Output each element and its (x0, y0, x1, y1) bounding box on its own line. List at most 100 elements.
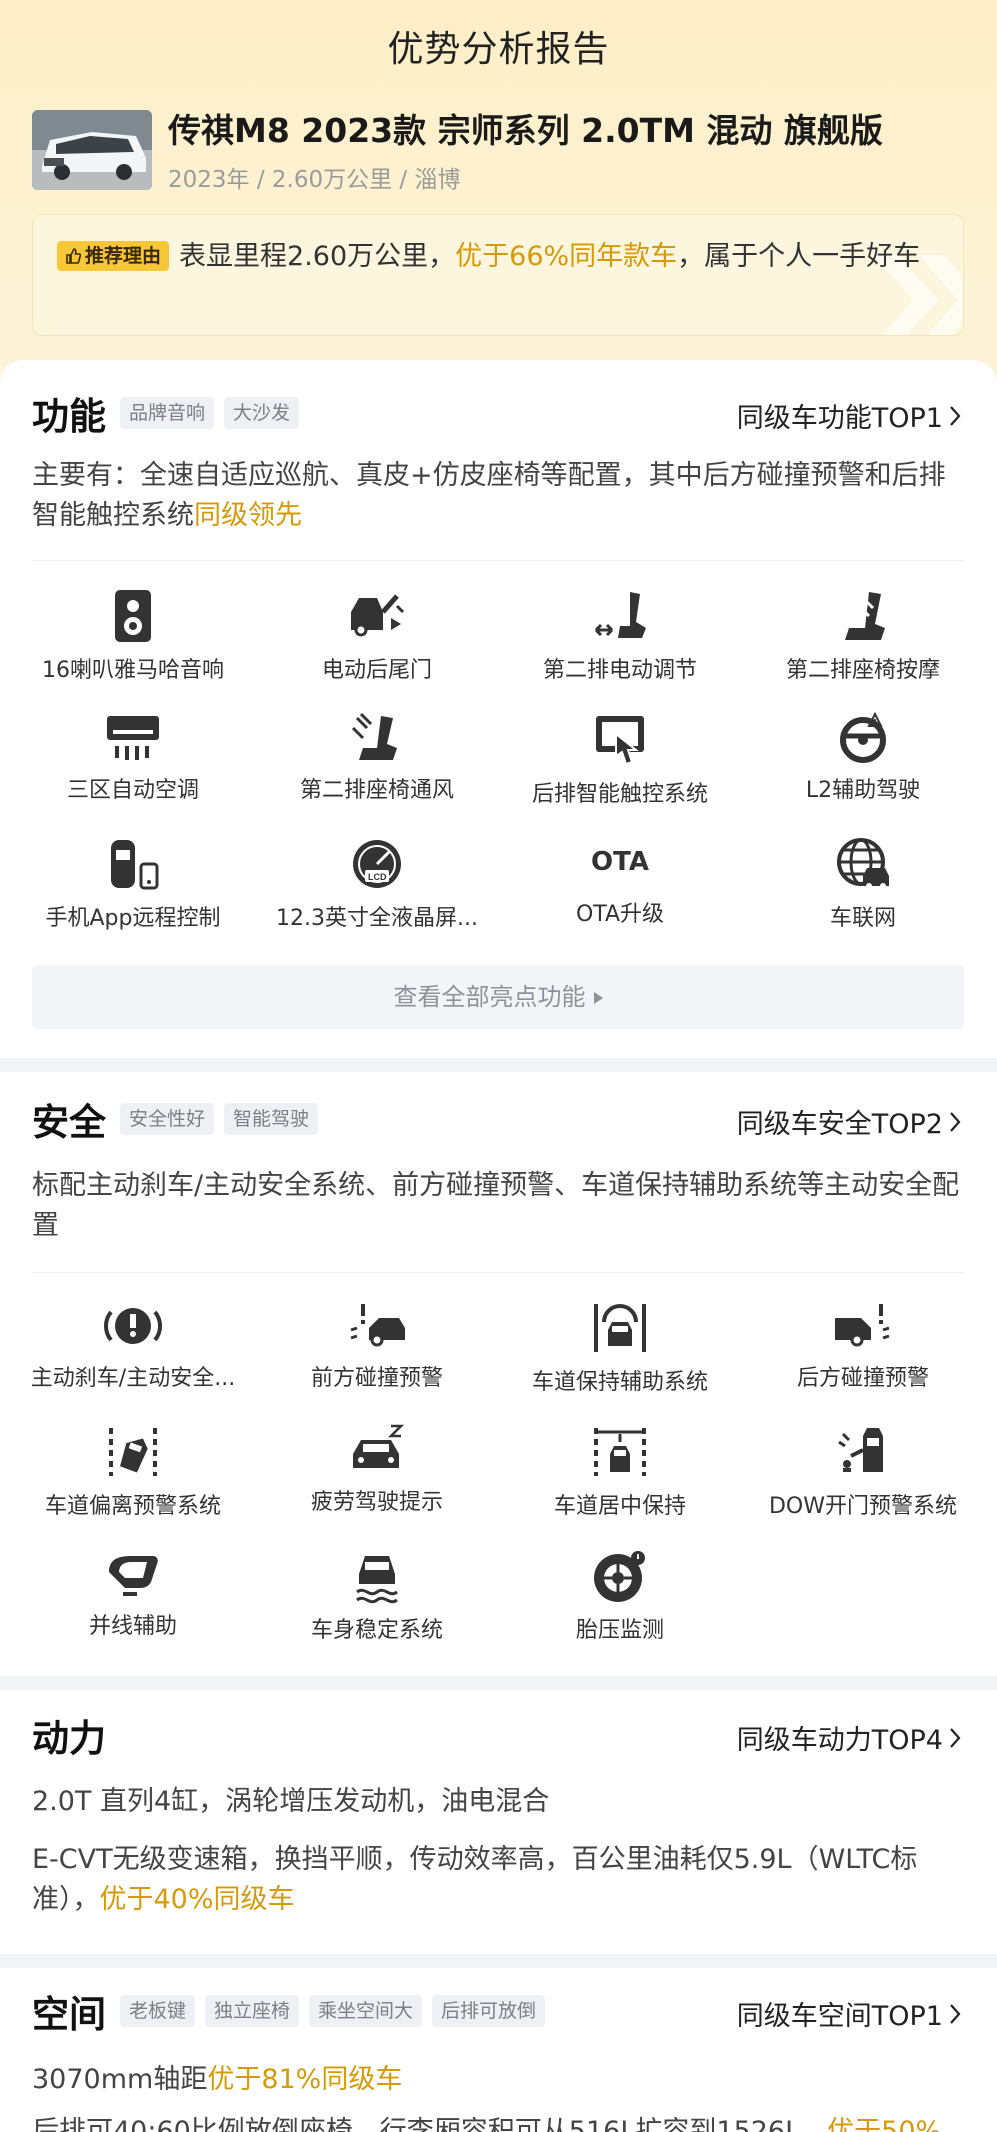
feature-label: 第二排电动调节 (542, 658, 697, 683)
function-desc-highlight: 同级领先 (194, 500, 302, 531)
feature-item[interactable]: 车道居中保持 (500, 1424, 740, 1520)
power-title: 动力 (32, 1717, 106, 1760)
svg-text:LCD: LCD (368, 872, 387, 882)
feature-item[interactable]: OTA OTA升级 (500, 836, 740, 928)
function-description: 主要有：全速自适应巡航、真皮+仿皮座椅等配置，其中后方碰撞预警和后排智能触控系统… (32, 456, 964, 536)
feature-label: 第二排座椅通风 (299, 778, 454, 803)
feature-item[interactable]: 胎压监测 (500, 1548, 740, 1644)
feature-label: 第二排座椅按摩 (785, 658, 940, 683)
feature-item[interactable]: 16喇叭雅马哈音响 (13, 588, 253, 684)
space-wheelbase-text: 3070mm轴距优于81%同级车 (32, 2060, 964, 2100)
feature-item[interactable]: DOW开门预警系统 (743, 1424, 983, 1520)
feature-label: 主动刹车/主动安全... (30, 1366, 236, 1391)
feature-item[interactable]: 车身稳定系统 (257, 1548, 497, 1644)
seat-adjust-icon (594, 592, 646, 638)
power-section: 动力 同级车动力TOP4 2.0T 直列4缸，涡轮增压发动机，油电混合 E-CV… (0, 1690, 997, 1954)
feature-label: 前方碰撞预警 (310, 1366, 443, 1391)
feature-label: 12.3英寸全液晶屏... (276, 906, 478, 931)
feature-item[interactable]: 第二排座椅按摩 (743, 588, 983, 684)
space-rank-link[interactable]: 同级车空间TOP1 (737, 1994, 961, 2033)
feature-item[interactable]: 手机App远程控制 (13, 836, 253, 932)
power-rank-label: 同级车动力TOP4 (736, 1725, 943, 1756)
chevron-right-icon (950, 405, 961, 426)
safety-header: 安全 安全性好 智能驾驶 (32, 1094, 328, 1144)
feature-item[interactable]: 第二排电动调节 (500, 588, 740, 684)
reason-text: 推荐理由 表显里程2.60万公里，优于66%同年款车，属于个人一手好车 (57, 237, 939, 277)
power-engine-text: 2.0T 直列4缸，涡轮增压发动机，油电混合 (32, 1786, 550, 1817)
connected-car-icon (837, 838, 889, 889)
feature-label: 疲劳驾驶提示 (310, 1490, 443, 1515)
divider (32, 1272, 964, 1273)
feature-item[interactable]: 前方碰撞预警 (257, 1300, 497, 1392)
space-chip: 乘坐空间大 (309, 1995, 423, 2027)
feature-label: 车联网 (829, 906, 896, 931)
safety-rank-label: 同级车安全TOP2 (736, 1109, 943, 1140)
function-section: 功能 品牌音响 大沙发 同级车功能TOP1 主要有：全速自适应巡航、真皮+仿皮座… (0, 360, 997, 1058)
feature-label: DOW开门预警系统 (768, 1494, 957, 1519)
feature-label: 后排智能触控系统 (531, 782, 708, 807)
svg-text:A: A (872, 718, 878, 727)
feature-item[interactable]: 车道偏离预警系统 (13, 1424, 253, 1520)
space-section: 空间 老板键 独立座椅 乘坐空间大 后排可放倒 同级车空间TOP1 3070mm… (0, 1968, 997, 2132)
feature-item[interactable]: 后排智能触控系统 (500, 712, 740, 808)
stability-control-icon (356, 1556, 398, 1604)
space-desc-text: 3070mm轴距 (32, 2064, 208, 2095)
seat-massage-icon (845, 592, 885, 640)
car-thumbnail[interactable] (32, 110, 152, 190)
space-desc-highlight: 优于81%同级车 (207, 2064, 403, 2095)
safety-description: 标配主动刹车/主动安全系统、前方碰撞预警、车道保持辅助系统等主动安全配置 (32, 1170, 960, 1241)
climate-control-icon (107, 716, 159, 760)
lcd-gauge-icon: LCD (353, 840, 401, 888)
power-rank-link[interactable]: 同级车动力TOP4 (737, 1718, 961, 1757)
function-header: 功能 品牌音响 大沙发 (32, 388, 309, 438)
feature-item[interactable]: 车联网 (743, 836, 983, 932)
lane-keep-icon (594, 1304, 646, 1352)
feature-label: 车道偏离预警系统 (44, 1494, 221, 1519)
speaker-icon (115, 590, 151, 642)
chevron-right-icon (950, 2003, 961, 2024)
feature-item[interactable]: 车道保持辅助系统 (500, 1300, 740, 1396)
space-header: 空间 老板键 独立座椅 乘坐空间大 后排可放倒 (32, 1986, 555, 2036)
function-chip: 大沙发 (224, 397, 300, 429)
merge-assist-icon (109, 1556, 158, 1596)
feature-label: 后方碰撞预警 (796, 1366, 929, 1391)
feature-item[interactable]: 疲劳驾驶提示 (257, 1424, 497, 1516)
power-tailgate-icon (351, 594, 405, 637)
fatigue-icon (353, 1424, 405, 1468)
function-title: 功能 (32, 395, 106, 438)
play-triangle-icon (593, 992, 603, 1004)
thumbs-up-icon (66, 248, 82, 264)
remote-app-icon (111, 840, 159, 890)
feature-item[interactable]: 第二排座椅通风 (257, 712, 497, 804)
feature-label: 并线辅助 (88, 1614, 177, 1639)
function-desc-text: 主要有：全速自适应巡航、真皮+仿皮座椅等配置，其中后方碰撞预警和后排智能触控系统 (32, 460, 946, 531)
function-rank-link[interactable]: 同级车功能TOP1 (737, 396, 961, 435)
feature-label: 胎压监测 (575, 1618, 664, 1643)
view-all-features-button[interactable]: 查看全部亮点功能 (32, 965, 964, 1029)
space-chip: 后排可放倒 (432, 1995, 546, 2027)
car-name: 传祺M8 2023款 宗师系列 2.0TM 混动 旗舰版 (168, 111, 883, 150)
space-desc-highlight: 优于50% (827, 2116, 942, 2132)
lane-center-icon (594, 1428, 646, 1476)
space-title: 空间 (32, 1993, 106, 2036)
car-meta: 2023年 / 2.60万公里 / 淄博 (168, 167, 461, 193)
function-rank-label: 同级车功能TOP1 (736, 403, 943, 434)
safety-chip: 安全性好 (120, 1103, 215, 1135)
feature-label: 车道保持辅助系统 (531, 1370, 708, 1395)
safety-section: 安全 安全性好 智能驾驶 同级车安全TOP2 标配主动刹车/主动安全系统、前方碰… (0, 1072, 997, 1676)
feature-item[interactable]: 三区自动空调 (13, 712, 253, 804)
page-title: 优势分析报告 (387, 29, 610, 70)
feature-item[interactable]: 并线辅助 (13, 1548, 253, 1640)
feature-item[interactable]: 后方碰撞预警 (743, 1300, 983, 1392)
feature-label: 手机App远程控制 (45, 906, 221, 931)
feature-item[interactable]: LCD 12.3英寸全液晶屏... (257, 836, 497, 932)
feature-item[interactable]: 主动刹车/主动安全... (13, 1300, 253, 1392)
feature-item[interactable]: 电动后尾门 (257, 588, 497, 684)
divider (32, 560, 964, 561)
feature-item[interactable]: A L2辅助驾驶 (743, 712, 983, 804)
space-rank-label: 同级车空间TOP1 (736, 2001, 943, 2032)
safety-rank-link[interactable]: 同级车安全TOP2 (737, 1102, 961, 1141)
recommend-reason-box: 推荐理由 表显里程2.60万公里，优于66%同年款车，属于个人一手好车 (32, 214, 964, 336)
space-trunk-text: 后排可40:60比例放倒座椅，行李厢容积可从516L扩容到1526L，优于50% (32, 2112, 964, 2132)
active-brake-icon (103, 1308, 163, 1344)
